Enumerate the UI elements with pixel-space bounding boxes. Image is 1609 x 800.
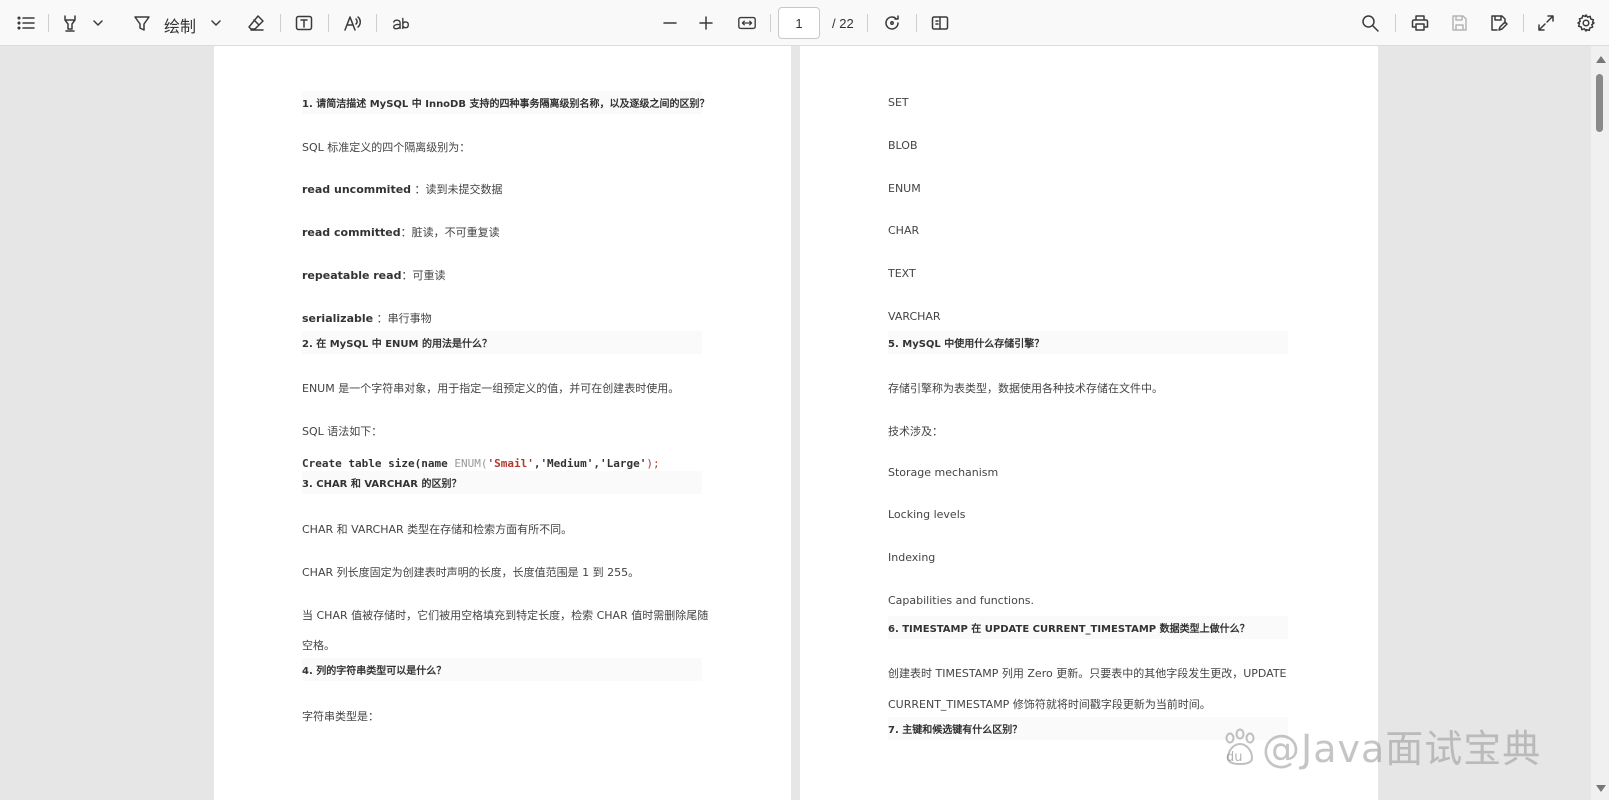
code-string: 'Smail' bbox=[487, 457, 534, 470]
contents-list-icon[interactable] bbox=[14, 11, 38, 35]
code-text: Create table size(name bbox=[302, 457, 455, 470]
watermark-text: @Java面试宝典 bbox=[1262, 727, 1542, 771]
toolbar-separator bbox=[770, 14, 771, 32]
isolation-level-4: serializable ：串行事物 bbox=[302, 310, 432, 326]
pdf-page-left: 1. 请简洁描述 MySQL 中 InnoDB 支持的四种事务隔离级别名称，以及… bbox=[214, 46, 791, 800]
draw-label[interactable]: 绘制 bbox=[164, 13, 196, 37]
fullscreen-icon[interactable] bbox=[1534, 11, 1558, 35]
q3-paragraph-2: CHAR 列长度固定为创建表时声明的长度，长度值范围是 1 到 255。 bbox=[302, 566, 640, 579]
q3-paragraph-3a: 当 CHAR 值被存储时，它们被用空格填充到特定长度，检索 CHAR 值时需删除… bbox=[302, 609, 709, 622]
vertical-scrollbar[interactable] bbox=[1591, 46, 1609, 800]
toolbar-separator bbox=[1523, 14, 1524, 32]
page-number-input[interactable] bbox=[778, 7, 820, 39]
code-string: 'Large' bbox=[600, 457, 647, 470]
draw-pen-icon[interactable] bbox=[130, 11, 154, 35]
isolation-term: read committed bbox=[302, 226, 401, 239]
isolation-term: serializable bbox=[302, 312, 374, 325]
q3-paragraph-3b: 空格。 bbox=[302, 639, 335, 652]
q1-intro: SQL 标准定义的四个隔离级别为： bbox=[302, 141, 471, 154]
q6-paragraph-1a: 创建表时 TIMESTAMP 列用 Zero 更新。只要表中的其他字段发生更改，… bbox=[888, 667, 1287, 680]
scroll-up-arrow-icon[interactable] bbox=[1596, 56, 1606, 63]
fit-width-icon[interactable] bbox=[734, 11, 760, 35]
question-2-heading: 2. 在 MySQL 中 ENUM 的用法是什么？ bbox=[302, 331, 702, 354]
engine-feature-item: Storage mechanism bbox=[888, 466, 999, 479]
toolbar-separator bbox=[916, 14, 917, 32]
isolation-desc: ：脏读，不可重复读 bbox=[400, 226, 500, 239]
highlight-dropdown-chevron-icon[interactable] bbox=[90, 11, 106, 35]
search-icon[interactable] bbox=[1358, 11, 1382, 35]
text-box-icon[interactable] bbox=[292, 11, 316, 35]
isolation-level-3: repeatable read：可重读 bbox=[302, 267, 445, 283]
question-5-heading: 5. MySQL 中使用什么存储引擎？ bbox=[888, 331, 1288, 354]
string-type-item: BLOB bbox=[888, 139, 918, 152]
toolbar-separator bbox=[1395, 14, 1396, 32]
code-string: 'Medium' bbox=[540, 457, 594, 470]
string-type-item: TEXT bbox=[888, 267, 916, 280]
string-type-item: CHAR bbox=[888, 224, 920, 237]
q6-paragraph-1b: CURRENT_TIMESTAMP 修饰符就将时间戳字段更新为当前时间。 bbox=[888, 698, 1211, 711]
sql-code-line: Create table size(name ENUM('Smail','Med… bbox=[302, 457, 660, 470]
q3-paragraph-1: CHAR 和 VARCHAR 类型在存储和检索方面有所不同。 bbox=[302, 523, 573, 536]
highlighter-icon[interactable] bbox=[58, 11, 82, 35]
question-3-heading: 3. CHAR 和 VARCHAR 的区别？ bbox=[302, 471, 702, 494]
translate-icon[interactable] bbox=[388, 11, 414, 35]
rotate-icon[interactable] bbox=[880, 11, 904, 35]
scrollbar-thumb[interactable] bbox=[1596, 74, 1603, 132]
code-keyword: ENUM( bbox=[454, 457, 488, 470]
save-icon[interactable] bbox=[1447, 11, 1471, 35]
string-type-item: VARCHAR bbox=[888, 310, 941, 323]
isolation-desc: ：读到未提交数据 bbox=[411, 183, 503, 196]
draw-dropdown-chevron-icon[interactable] bbox=[208, 11, 224, 35]
question-4-heading: 4. 列的字符串类型可以是什么？ bbox=[302, 658, 702, 681]
pdf-toolbar: 绘制 / 22 bbox=[0, 0, 1609, 46]
string-type-item: ENUM bbox=[888, 182, 921, 195]
isolation-level-1: read uncommited ：读到未提交数据 bbox=[302, 181, 503, 197]
engine-feature-item: Locking levels bbox=[888, 508, 966, 521]
toolbar-separator bbox=[376, 14, 377, 32]
eraser-icon[interactable] bbox=[244, 11, 268, 35]
pdf-page-right: SET BLOB ENUM CHAR TEXT VARCHAR 5. MySQL… bbox=[800, 46, 1378, 800]
question-6-heading: 6. TIMESTAMP 在 UPDATE CURRENT_TIMESTAMP … bbox=[888, 616, 1288, 639]
q2-paragraph-2: SQL 语法如下： bbox=[302, 425, 383, 438]
string-type-item: SET bbox=[888, 96, 909, 109]
engine-feature-item: Indexing bbox=[888, 551, 936, 564]
toolbar-separator bbox=[328, 14, 329, 32]
save-as-icon[interactable] bbox=[1486, 11, 1510, 35]
toolbar-separator bbox=[48, 14, 49, 32]
read-aloud-icon[interactable] bbox=[340, 11, 364, 35]
zoom-in-icon[interactable] bbox=[694, 11, 718, 35]
isolation-term: repeatable read bbox=[302, 269, 402, 282]
question-1-heading: 1. 请简洁描述 MySQL 中 InnoDB 支持的四种事务隔离级别名称，以及… bbox=[302, 91, 709, 114]
engine-feature-item: Capabilities and functions. bbox=[888, 594, 1035, 607]
isolation-desc: ：串行事物 bbox=[373, 312, 432, 325]
watermark-du-text: du bbox=[1226, 750, 1243, 765]
isolation-level-2: read committed：脏读，不可重复读 bbox=[302, 224, 500, 240]
page-view-icon[interactable] bbox=[928, 11, 952, 35]
print-icon[interactable] bbox=[1408, 11, 1432, 35]
q5-paragraph-2: 技术涉及： bbox=[888, 425, 943, 438]
scroll-down-arrow-icon[interactable] bbox=[1596, 785, 1606, 792]
q5-paragraph-1: 存储引擎称为表类型，数据使用各种技术存储在文件中。 bbox=[888, 382, 1163, 395]
zoom-out-icon[interactable] bbox=[658, 11, 682, 35]
q4-paragraph-1: 字符串类型是： bbox=[302, 710, 379, 723]
isolation-desc: ：可重读 bbox=[401, 269, 446, 282]
page-count: / 22 bbox=[832, 16, 854, 31]
code-end: ); bbox=[646, 457, 660, 470]
toolbar-separator bbox=[280, 14, 281, 32]
q2-paragraph-1: ENUM 是一个字符串对象，用于指定一组预定义的值，并可在创建表时使用。 bbox=[302, 382, 680, 395]
toolbar-separator bbox=[867, 14, 868, 32]
isolation-term: read uncommited bbox=[302, 183, 412, 196]
settings-gear-icon[interactable] bbox=[1574, 11, 1598, 35]
